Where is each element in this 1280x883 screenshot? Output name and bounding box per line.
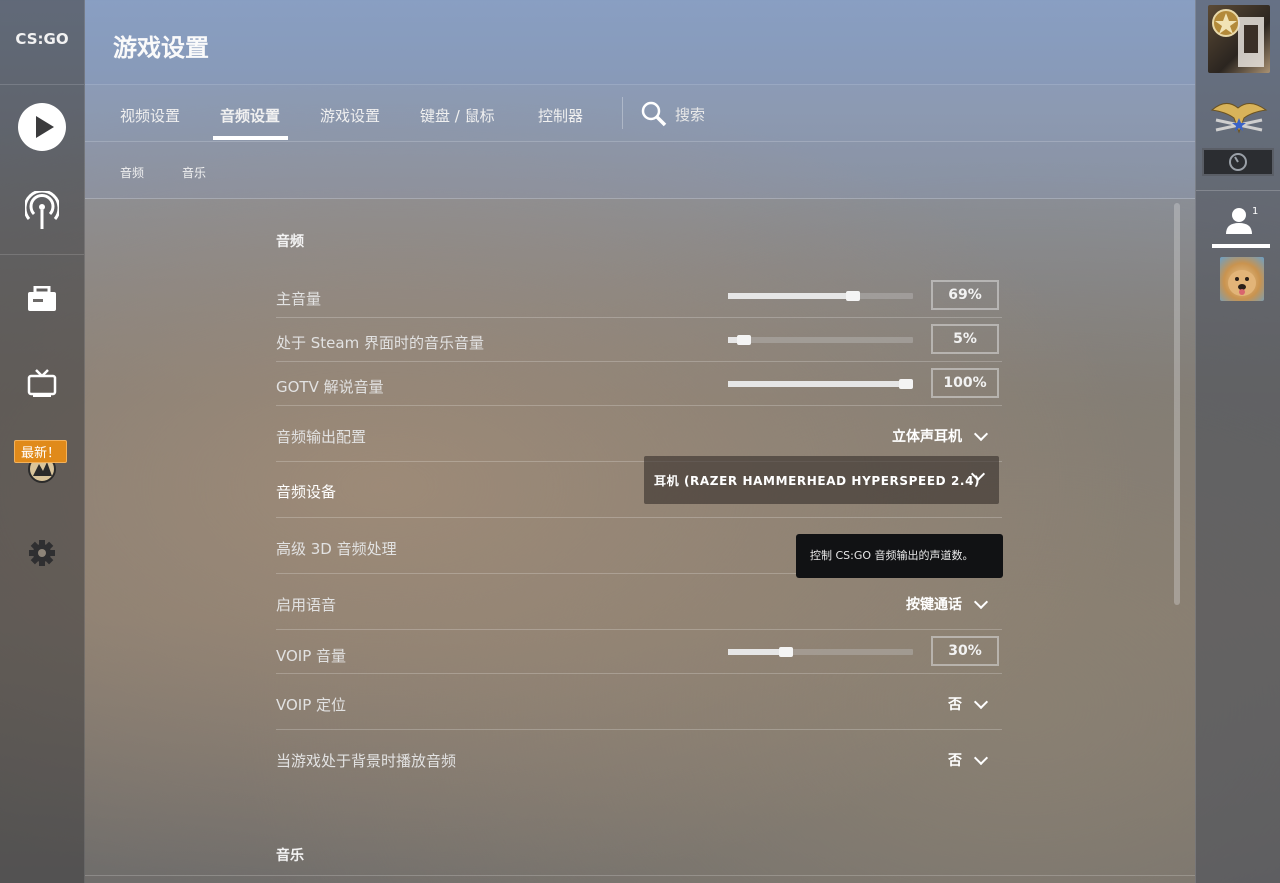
output-config-label: 音频输出配置 xyxy=(276,428,367,446)
gotv-volume-slider[interactable] xyxy=(728,379,913,389)
tv-icon xyxy=(27,369,57,397)
rail-divider xyxy=(0,84,84,85)
csgo-logo: CS:GO xyxy=(15,30,69,48)
search-label: 搜索 xyxy=(675,105,706,124)
section-title-audio: 音频 xyxy=(276,234,304,250)
active-tab-indicator xyxy=(213,136,288,140)
output-config-value: 立体声耳机 xyxy=(892,429,962,445)
tab-video[interactable]: 视频设置 xyxy=(120,105,180,126)
watch-button[interactable] xyxy=(0,361,84,405)
section-title-music: 音乐 xyxy=(276,848,304,864)
gotv-volume-label: GOTV 解说音量 xyxy=(276,378,384,396)
output-config-tooltip: 控制 CS:GO 音频输出的声道数。 xyxy=(796,534,1003,578)
slider-fill xyxy=(728,381,906,387)
enable-voice-row: 启用语音 按键通话 xyxy=(276,579,1002,630)
clock-icon xyxy=(1229,153,1247,171)
chevron-down-icon xyxy=(973,694,989,709)
settings-subtabs: 音频 音乐 xyxy=(85,142,1195,199)
audio-device-value: 耳机 (RAZER HAMMERHEAD HYPERSPEED 2.4) xyxy=(654,474,981,488)
friend-count: 1 xyxy=(1252,206,1259,217)
output-config-dropdown[interactable]: 立体声耳机 xyxy=(892,426,989,446)
content-scrollbar[interactable] xyxy=(1174,203,1180,605)
slider-thumb[interactable] xyxy=(899,379,913,389)
friends-rail: 1 xyxy=(1195,0,1280,883)
voip-volume-slider[interactable] xyxy=(728,647,913,657)
dog-avatar-icon xyxy=(1228,270,1256,296)
settings-header: 游戏设置 xyxy=(85,0,1195,85)
audio-device-dropdown[interactable]: 耳机 (RAZER HAMMERHEAD HYPERSPEED 2.4) xyxy=(644,456,999,504)
subtab-music[interactable]: 音乐 xyxy=(182,164,206,181)
gear-icon xyxy=(29,540,55,566)
page-title: 游戏设置 xyxy=(113,34,209,62)
tab-divider xyxy=(622,97,623,129)
enable-voice-label: 启用语音 xyxy=(276,596,337,614)
voip-position-value: 否 xyxy=(948,697,962,713)
voip-volume-value[interactable]: 30% xyxy=(931,636,999,666)
friends-tab-indicator xyxy=(1212,244,1270,248)
master-volume-row: 主音量 69% xyxy=(276,279,1002,318)
search-icon xyxy=(641,101,667,127)
voip-volume-row: VOIP 音量 30% xyxy=(276,635,1002,674)
settings-button[interactable] xyxy=(0,531,84,575)
slider-fill xyxy=(728,649,787,655)
steam-music-volume-slider[interactable] xyxy=(728,335,913,345)
player-avatar[interactable] xyxy=(1208,5,1270,73)
rail-divider xyxy=(0,254,84,255)
rank-medal-icon xyxy=(1212,9,1264,67)
tab-keyboard-mouse[interactable]: 键盘 / 鼠标 xyxy=(420,105,495,126)
tab-game[interactable]: 游戏设置 xyxy=(320,105,380,126)
subtab-audio[interactable]: 音频 xyxy=(120,164,144,181)
enable-voice-value: 按键通话 xyxy=(906,597,962,613)
section-divider xyxy=(85,875,1195,876)
gotv-volume-value[interactable]: 100% xyxy=(931,368,999,398)
background-audio-value: 否 xyxy=(948,753,962,769)
voip-volume-label: VOIP 音量 xyxy=(276,647,347,665)
master-volume-value[interactable]: 69% xyxy=(931,280,999,310)
voip-position-label: VOIP 定位 xyxy=(276,696,347,714)
voip-position-row: VOIP 定位 否 xyxy=(276,679,1002,730)
new-badge: 最新！ xyxy=(14,440,68,463)
briefcase-icon xyxy=(28,286,56,311)
chevron-down-icon xyxy=(973,750,989,765)
tab-audio[interactable]: 音频设置 xyxy=(220,105,280,126)
audio-device-label: 音频设备 xyxy=(276,483,337,501)
gotv-volume-row: GOTV 解说音量 100% xyxy=(276,367,1002,406)
settings-tabs: 视频设置 音频设置 游戏设置 键盘 / 鼠标 控制器 搜索 xyxy=(85,85,1195,142)
steam-music-volume-label: 处于 Steam 界面时的音乐音量 xyxy=(276,334,484,352)
voip-position-dropdown[interactable]: 否 xyxy=(948,694,989,714)
chevron-down-icon xyxy=(973,594,989,609)
slider-thumb[interactable] xyxy=(845,291,860,301)
search-button[interactable]: 搜索 xyxy=(641,101,705,127)
rail-divider xyxy=(1196,190,1280,191)
slider-thumb[interactable] xyxy=(736,335,751,345)
master-volume-slider[interactable] xyxy=(728,291,913,301)
settings-content: 音频 主音量 69% 处于 Steam 界面时的音乐音量 5% GOTV 解说音… xyxy=(85,199,1195,883)
broadcast-button[interactable] xyxy=(0,189,84,233)
advanced-3d-label: 高级 3D 音频处理 xyxy=(276,540,397,558)
slider-fill xyxy=(728,293,853,299)
background-audio-dropdown[interactable]: 否 xyxy=(948,750,989,770)
master-volume-label: 主音量 xyxy=(276,290,322,308)
output-config-row: 音频输出配置 立体声耳机 xyxy=(276,411,1002,462)
eagle-rank-icon xyxy=(1210,103,1268,134)
broadcast-icon xyxy=(25,191,59,229)
steam-music-volume-value[interactable]: 5% xyxy=(931,324,999,354)
slider-thumb[interactable] xyxy=(779,647,794,657)
background-audio-row: 当游戏处于背景时播放音频 否 xyxy=(276,735,1002,785)
play-icon xyxy=(18,103,66,151)
chevron-down-icon xyxy=(973,426,989,441)
friend-avatar[interactable] xyxy=(1220,257,1264,301)
queue-timer-button[interactable] xyxy=(1202,148,1274,176)
tab-controller[interactable]: 控制器 xyxy=(538,105,583,126)
rank-eagle-badge xyxy=(1208,92,1270,142)
audio-device-row: 音频设备 耳机 (RAZER HAMMERHEAD HYPERSPEED 2.4… xyxy=(276,456,1002,518)
user-icon xyxy=(1226,208,1252,234)
play-button[interactable] xyxy=(0,103,84,151)
left-navigation-rail: CS:GO 最新！ xyxy=(0,0,85,883)
friends-button[interactable]: 1 xyxy=(1212,206,1272,248)
inventory-button[interactable] xyxy=(0,277,84,321)
enable-voice-dropdown[interactable]: 按键通话 xyxy=(906,594,989,614)
steam-music-volume-row: 处于 Steam 界面时的音乐音量 5% xyxy=(276,323,1002,362)
background-audio-label: 当游戏处于背景时播放音频 xyxy=(276,752,457,770)
